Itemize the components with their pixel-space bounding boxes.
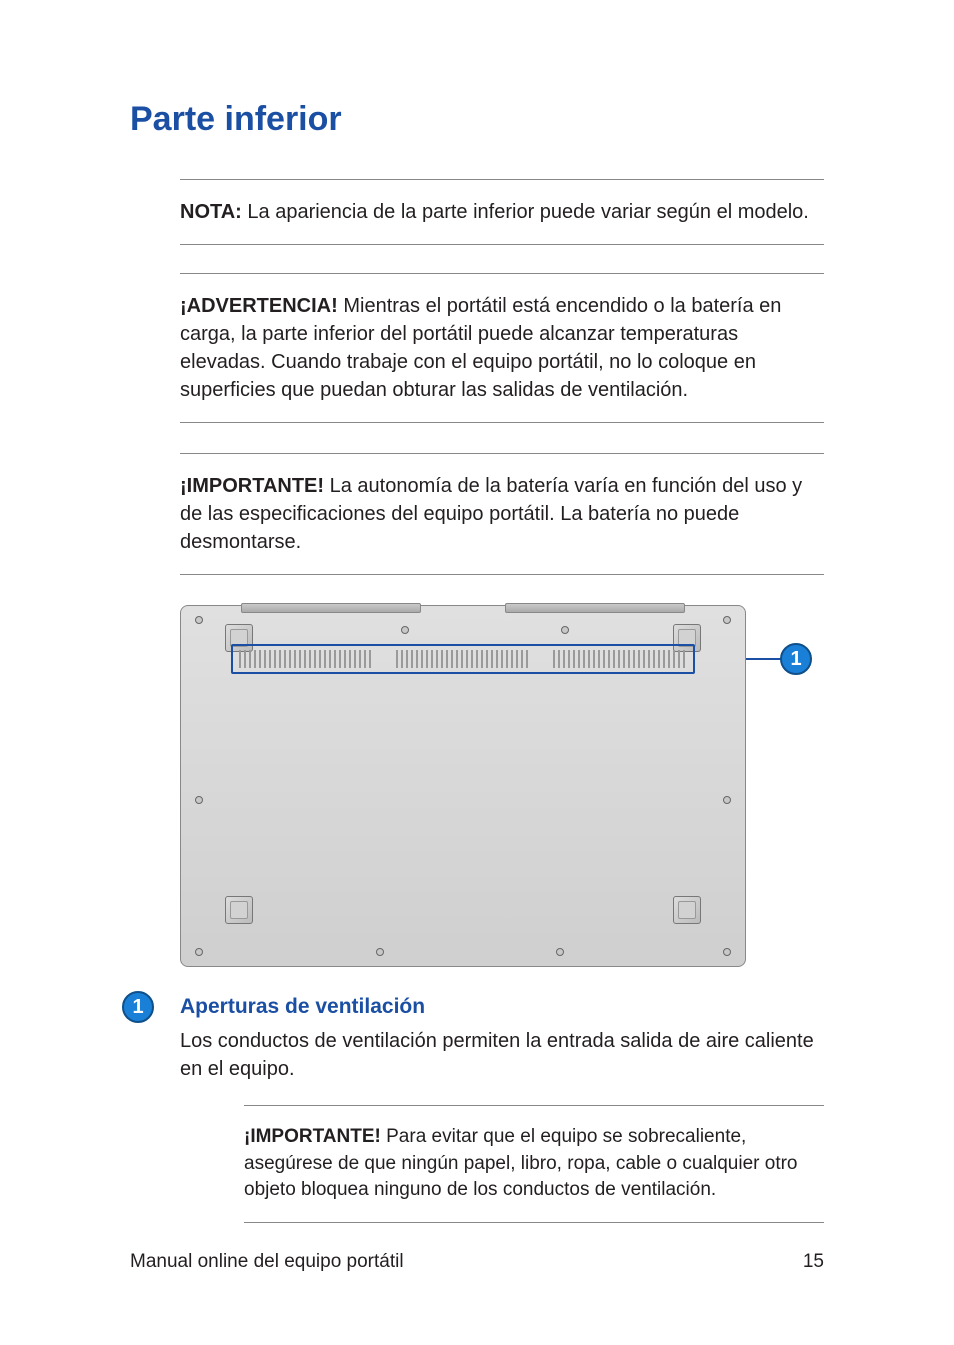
screw-icon (195, 796, 203, 804)
screw-icon (195, 948, 203, 956)
note-label: ¡ADVERTENCIA! (180, 295, 338, 317)
rubber-foot-icon (225, 896, 253, 924)
screw-icon (723, 948, 731, 956)
section-vent: 1 Aperturas de ventilación Los conductos… (130, 995, 824, 1223)
section-heading: Aperturas de ventilación (180, 995, 824, 1019)
vent-grille-icon (396, 650, 530, 668)
laptop-chassis (180, 605, 746, 967)
screw-icon (723, 796, 731, 804)
callout-leader-line (746, 658, 784, 660)
footer-title: Manual online del equipo portátil (130, 1251, 404, 1273)
rubber-foot-icon (673, 896, 701, 924)
page-title: Parte inferior (130, 100, 824, 139)
screw-icon (556, 948, 564, 956)
note-label: ¡IMPORTANTE! (180, 475, 324, 497)
note-nota: NOTA: La apariencia de la parte inferior… (180, 179, 824, 245)
callout-badge-1-inline: 1 (122, 991, 154, 1023)
laptop-bottom-diagram: 1 (180, 605, 824, 967)
section-body: Los conductos de ventilación permiten la… (180, 1027, 824, 1083)
vent-grille-icon (553, 650, 687, 668)
screw-icon (723, 616, 731, 624)
vent-grille-icon (239, 650, 373, 668)
note-label: ¡IMPORTANTE! (244, 1126, 381, 1147)
note-importante-1: ¡IMPORTANTE! La autonomía de la batería … (180, 453, 824, 575)
note-advertencia: ¡ADVERTENCIA! Mientras el portátil está … (180, 273, 824, 423)
hinge-left (241, 603, 421, 613)
screw-icon (401, 626, 409, 634)
screw-icon (376, 948, 384, 956)
hinge-right (505, 603, 685, 613)
note-text: La apariencia de la parte inferior puede… (242, 201, 809, 223)
callout-badge-1: 1 (780, 643, 812, 675)
vent-highlight-box (231, 644, 695, 674)
note-importante-2: ¡IMPORTANTE! Para evitar que el equipo s… (244, 1105, 824, 1223)
page-footer: Manual online del equipo portátil 15 (130, 1251, 824, 1273)
screw-icon (195, 616, 203, 624)
note-label: NOTA: (180, 201, 242, 223)
page-number: 15 (803, 1251, 824, 1273)
screw-icon (561, 626, 569, 634)
